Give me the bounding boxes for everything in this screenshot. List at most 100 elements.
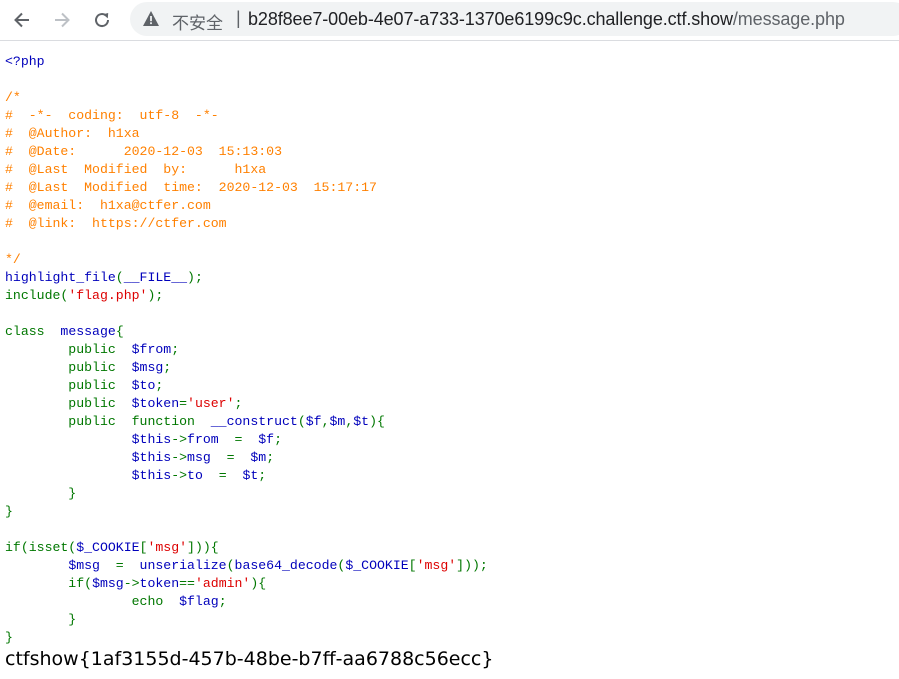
url-host: b28f8ee7-00eb-4e07-a733-1370e6199c9c.cha… xyxy=(248,9,733,29)
code-token: = xyxy=(234,432,259,447)
code-token: } xyxy=(5,504,13,519)
code-token: ); xyxy=(147,288,164,303)
back-button[interactable] xyxy=(8,6,36,34)
code-token: ; xyxy=(218,594,227,609)
url-text[interactable]: b28f8ee7-00eb-4e07-a733-1370e6199c9c.cha… xyxy=(248,9,845,30)
code-token: 'flag.php' xyxy=(68,288,148,303)
code-line: # -*- coding: utf-8 -*- xyxy=(5,107,488,125)
code-token: $_COOKIE xyxy=(345,558,409,573)
code-line: if($msg->token=='admin'){ xyxy=(5,575,488,593)
reload-icon xyxy=(95,13,110,28)
code-token: to xyxy=(187,468,219,483)
code-line: /* xyxy=(5,89,488,107)
reload-button[interactable] xyxy=(88,6,116,34)
code-token: if( xyxy=(5,576,93,591)
code-token: , xyxy=(321,414,330,429)
code-token: $from xyxy=(131,342,172,357)
code-token: ])){ xyxy=(187,540,219,555)
code-token: class xyxy=(5,324,61,339)
code-line: } xyxy=(5,503,488,521)
code-token: $msg xyxy=(92,576,124,591)
code-token: # @Last Modified by: h1xa xyxy=(5,162,267,177)
code-line: */ xyxy=(5,251,488,269)
code-token: $f xyxy=(258,432,275,447)
code-token: public xyxy=(5,396,132,411)
code-line: # @Author: h1xa xyxy=(5,125,488,143)
code-token: base64_decode xyxy=(234,558,338,573)
code-token: ; xyxy=(266,450,275,465)
code-line: $this->from = $f; xyxy=(5,431,488,449)
code-token: ( xyxy=(226,558,235,573)
code-token: ( xyxy=(297,414,306,429)
code-token: { xyxy=(115,324,124,339)
code-token: $_COOKIE xyxy=(76,540,140,555)
code-token: token xyxy=(139,576,180,591)
code-token: $this xyxy=(131,450,172,465)
address-separator: | xyxy=(236,8,241,28)
code-line: public $msg; xyxy=(5,359,488,377)
code-token: -> xyxy=(123,576,140,591)
code-token: echo xyxy=(5,594,180,609)
code-token: # -*- coding: utf-8 -*- xyxy=(5,108,219,123)
code-token: public xyxy=(5,342,132,357)
code-line: # @Last Modified time: 2020-12-03 15:17:… xyxy=(5,179,488,197)
code-token: -> xyxy=(171,432,188,447)
code-token: # @Last Modified time: 2020-12-03 15:17:… xyxy=(5,180,377,195)
code-token: ){ xyxy=(369,414,385,429)
code-line: class message{ xyxy=(5,323,488,341)
flag-output: ctfshow{1af3155d-457b-48be-b7ff-aa6788c5… xyxy=(5,648,494,670)
code-token: == xyxy=(179,576,195,591)
code-token: 'user' xyxy=(187,396,235,411)
code-token: } xyxy=(5,630,13,645)
code-token: ; xyxy=(258,468,267,483)
code-token: = xyxy=(115,558,140,573)
code-token: if(isset( xyxy=(5,540,77,555)
code-line: $this->msg = $m; xyxy=(5,449,488,467)
code-line: <?php xyxy=(5,53,488,71)
code-token: } xyxy=(5,486,77,501)
code-token: $to xyxy=(131,378,156,393)
code-token: [ xyxy=(408,558,417,573)
code-line: include('flag.php'); xyxy=(5,287,488,305)
warning-triangle-icon[interactable] xyxy=(142,10,160,32)
code-line: highlight_file(__FILE__); xyxy=(5,269,488,287)
arrow-left-icon xyxy=(14,12,29,28)
code-token: -> xyxy=(171,450,188,465)
forward-button[interactable] xyxy=(48,6,76,34)
code-token: __construct xyxy=(210,414,298,429)
address-bar[interactable]: 不安全 | b28f8ee7-00eb-4e07-a733-1370e6199c… xyxy=(130,2,899,36)
code-token: $msg xyxy=(68,558,116,573)
code-token: # @email: h1xa@ctfer.com xyxy=(5,198,211,213)
code-token: msg xyxy=(187,450,227,465)
code-token: ; xyxy=(234,396,243,411)
code-line: } xyxy=(5,629,488,647)
php-source-code: <?php /* # -*- coding: utf-8 -*- # @Author:… xyxy=(5,53,488,647)
code-token: = xyxy=(179,396,188,411)
code-token: ){ xyxy=(250,576,267,591)
code-token: ; xyxy=(274,432,283,447)
code-token: $this xyxy=(131,468,172,483)
security-status-label[interactable]: 不安全 xyxy=(172,9,223,34)
arrow-right-icon xyxy=(55,12,70,28)
code-line: public $to; xyxy=(5,377,488,395)
code-line: # @email: h1xa@ctfer.com xyxy=(5,197,488,215)
code-token: from xyxy=(187,432,235,447)
code-token: 'admin' xyxy=(194,576,251,591)
code-line: public $token='user'; xyxy=(5,395,488,413)
code-token: highlight_file xyxy=(5,270,116,285)
code-token: $f xyxy=(305,414,322,429)
code-line: public function __construct($f,$m,$t){ xyxy=(5,413,488,431)
code-token: = xyxy=(226,450,251,465)
url-path: /message.php xyxy=(732,9,845,29)
code-token: ])); xyxy=(456,558,488,573)
code-token: */ xyxy=(5,252,21,267)
code-token: public xyxy=(5,360,132,375)
code-token: <?php xyxy=(5,54,45,69)
code-token: ); xyxy=(187,270,203,285)
code-line: $msg = unserialize(base64_decode($_COOKI… xyxy=(5,557,488,575)
code-token: message xyxy=(60,324,116,339)
